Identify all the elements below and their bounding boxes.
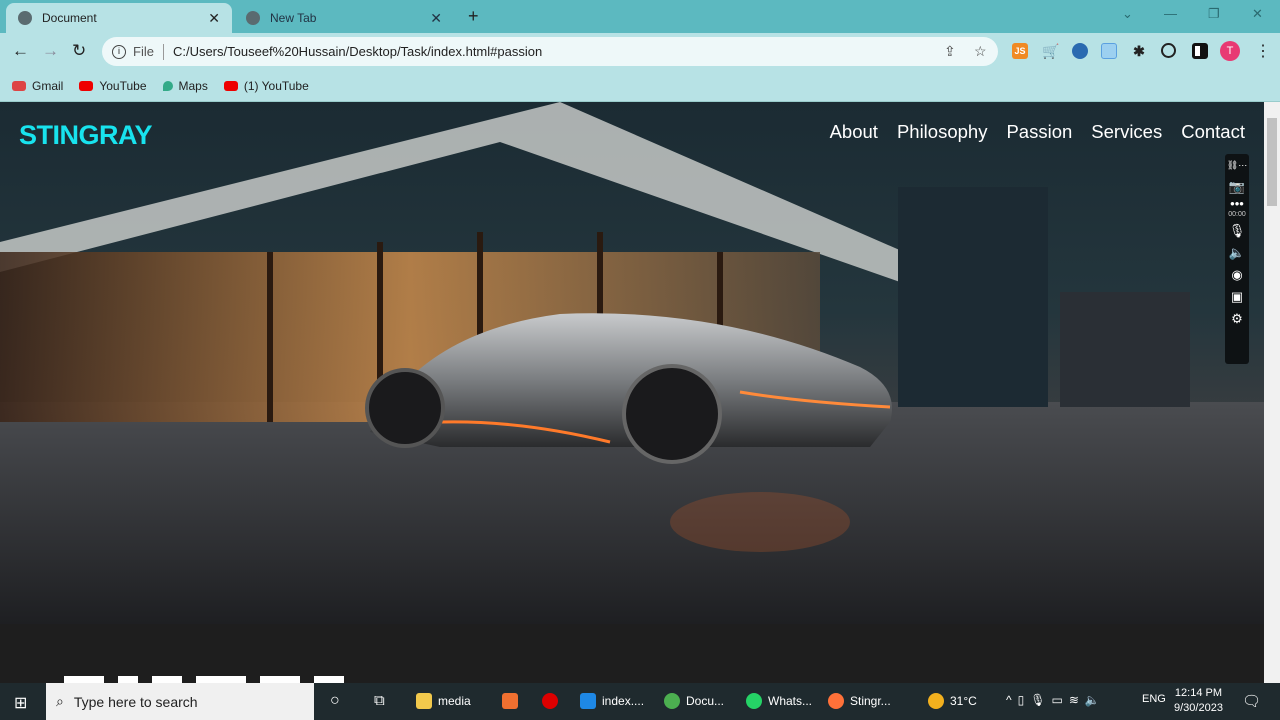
language-indicator[interactable]: ENG: [1142, 693, 1166, 705]
puzzle-icon[interactable]: ✱: [1131, 43, 1147, 59]
whatsapp-icon: [746, 693, 762, 709]
info-icon[interactable]: i: [112, 44, 126, 59]
address-bar[interactable]: i File C:/Users/Touseef%20Hussain/Deskto…: [102, 37, 998, 66]
browser-toolbar: ← → ↻ i File C:/Users/Touseef%20Hussain/…: [0, 33, 1280, 70]
bookmark-gmail[interactable]: Gmail: [12, 79, 63, 93]
bookmark-maps[interactable]: Maps: [162, 79, 208, 93]
tab-document[interactable]: Document ✕: [6, 3, 232, 33]
taskbar-app-recorder[interactable]: [542, 693, 564, 709]
weather-icon: [928, 693, 944, 709]
bookmarks-bar: Gmail YouTube Maps (1) YouTube: [0, 70, 1280, 102]
minimize-window-button[interactable]: —: [1164, 6, 1177, 21]
chrome-icon: [246, 11, 260, 25]
bookmark-star-icon[interactable]: ☆: [974, 43, 987, 60]
globe-icon: [18, 11, 32, 25]
microphone-icon[interactable]: 🎙: [1030, 693, 1045, 707]
cart-icon[interactable]: 🛒: [1042, 43, 1059, 59]
camera-icon[interactable]: 📷: [1225, 176, 1249, 198]
close-tab-icon[interactable]: ✕: [208, 10, 220, 27]
volume-icon[interactable]: 🔈: [1085, 693, 1100, 707]
folder-icon: [416, 693, 432, 709]
window-icon[interactable]: ▣: [1225, 286, 1249, 308]
battery-icon[interactable]: ▭: [1051, 693, 1062, 707]
leaf-icon[interactable]: [1161, 43, 1176, 58]
vscode-icon: [580, 693, 596, 709]
taskbar-app-chrome[interactable]: Docu...: [664, 693, 724, 709]
url-text[interactable]: C:/Users/Touseef%20Hussain/Desktop/Task/…: [173, 44, 542, 59]
system-tray[interactable]: ^ ▯ 🎙 ▭ ≋ 🔈: [1006, 693, 1100, 707]
chevron-up-icon[interactable]: ^: [1006, 693, 1012, 707]
nav-philosophy[interactable]: Philosophy: [897, 121, 988, 143]
nav-contact[interactable]: Contact: [1181, 121, 1245, 143]
notification-icon[interactable]: 🗨: [1242, 692, 1261, 710]
microphone-icon[interactable]: 🎙: [1225, 220, 1249, 242]
side-panel-icon[interactable]: [1192, 43, 1208, 59]
youtube-icon: [223, 80, 238, 91]
tab-new-tab[interactable]: New Tab ✕: [234, 3, 454, 33]
taskbar-app-xampp[interactable]: [502, 693, 524, 709]
search-icon: ⌕: [56, 693, 64, 709]
profile-avatar[interactable]: T: [1220, 41, 1240, 61]
cortana-icon[interactable]: ○: [330, 692, 340, 710]
bookmark-youtube-2[interactable]: (1) YouTube: [223, 79, 309, 93]
taskbar-app-whatsapp[interactable]: Whats...: [746, 693, 812, 709]
hero-car-image: [0, 102, 1264, 624]
new-tab-button[interactable]: +: [468, 6, 479, 27]
gear-icon[interactable]: ⚙: [1225, 308, 1249, 330]
more-icon[interactable]: •••: [1225, 197, 1249, 210]
bookmark-youtube[interactable]: YouTube: [79, 79, 147, 93]
page-scrollbar[interactable]: [1264, 102, 1280, 684]
restore-button[interactable]: ❐: [1208, 6, 1220, 22]
firefox-icon: [828, 693, 844, 709]
webcam-icon[interactable]: ◉: [1225, 264, 1249, 286]
meet-icon[interactable]: ▯: [1018, 693, 1025, 707]
maps-icon: [162, 80, 173, 91]
nav-services[interactable]: Services: [1091, 121, 1162, 143]
close-tab-icon[interactable]: ✕: [430, 10, 442, 27]
portrait-icon[interactable]: [1101, 43, 1117, 59]
scrollbar-thumb[interactable]: [1267, 118, 1277, 206]
hero-section: STINGRAY About Philosophy Passion Servic…: [0, 102, 1264, 624]
taskbar-app-firefox[interactable]: Stingr...: [828, 693, 891, 709]
task-view-icon[interactable]: ⧉: [374, 692, 385, 709]
reload-button[interactable]: ↻: [72, 41, 86, 61]
js-icon[interactable]: JS: [1012, 43, 1028, 59]
screen-recorder-toolbar: ⛓⋯ 📷 ••• 00:00 🎙 🔈 ◉ ▣ ⚙: [1225, 154, 1249, 364]
speaker-icon[interactable]: 🔈: [1225, 242, 1249, 264]
site-logo[interactable]: STINGRAY: [19, 120, 153, 151]
windows-taskbar: ⊞ ⌕ Type here to search ○ ⧉ media index..…: [0, 683, 1280, 720]
gmail-icon: [12, 80, 26, 91]
share-icon[interactable]: ⇪: [944, 43, 956, 60]
menu-icon[interactable]: ⋮: [1255, 41, 1271, 61]
weather-widget[interactable]: 31°C: [928, 693, 977, 709]
link-icon[interactable]: ⛓⋯: [1225, 154, 1249, 176]
gamepad-icon[interactable]: [1072, 43, 1088, 59]
xampp-icon: [502, 693, 518, 709]
recording-timer: 00:00: [1228, 211, 1246, 218]
taskbar-app-media[interactable]: media: [416, 693, 471, 709]
youtube-icon: [79, 80, 94, 91]
windows-start-icon[interactable]: ⊞: [14, 693, 27, 713]
chrome-icon: [664, 693, 680, 709]
taskbar-app-vscode[interactable]: index....: [580, 693, 644, 709]
tab-strip: Document ✕ New Tab ✕ + ⌄ — ❐ ✕: [0, 0, 1280, 33]
nav-passion[interactable]: Passion: [1006, 121, 1072, 143]
site-nav: About Philosophy Passion Services Contac…: [830, 121, 1245, 143]
forward-button[interactable]: →: [42, 41, 59, 61]
taskbar-search[interactable]: ⌕ Type here to search: [46, 683, 314, 720]
record-icon: [542, 693, 558, 709]
close-window-button[interactable]: ✕: [1252, 6, 1263, 22]
wifi-icon[interactable]: ≋: [1069, 693, 1079, 707]
back-button[interactable]: ←: [12, 41, 29, 61]
nav-about[interactable]: About: [830, 121, 878, 143]
minimize-button[interactable]: ⌄: [1122, 6, 1133, 22]
clock[interactable]: 12:14 PM 9/30/2023: [1174, 686, 1223, 716]
